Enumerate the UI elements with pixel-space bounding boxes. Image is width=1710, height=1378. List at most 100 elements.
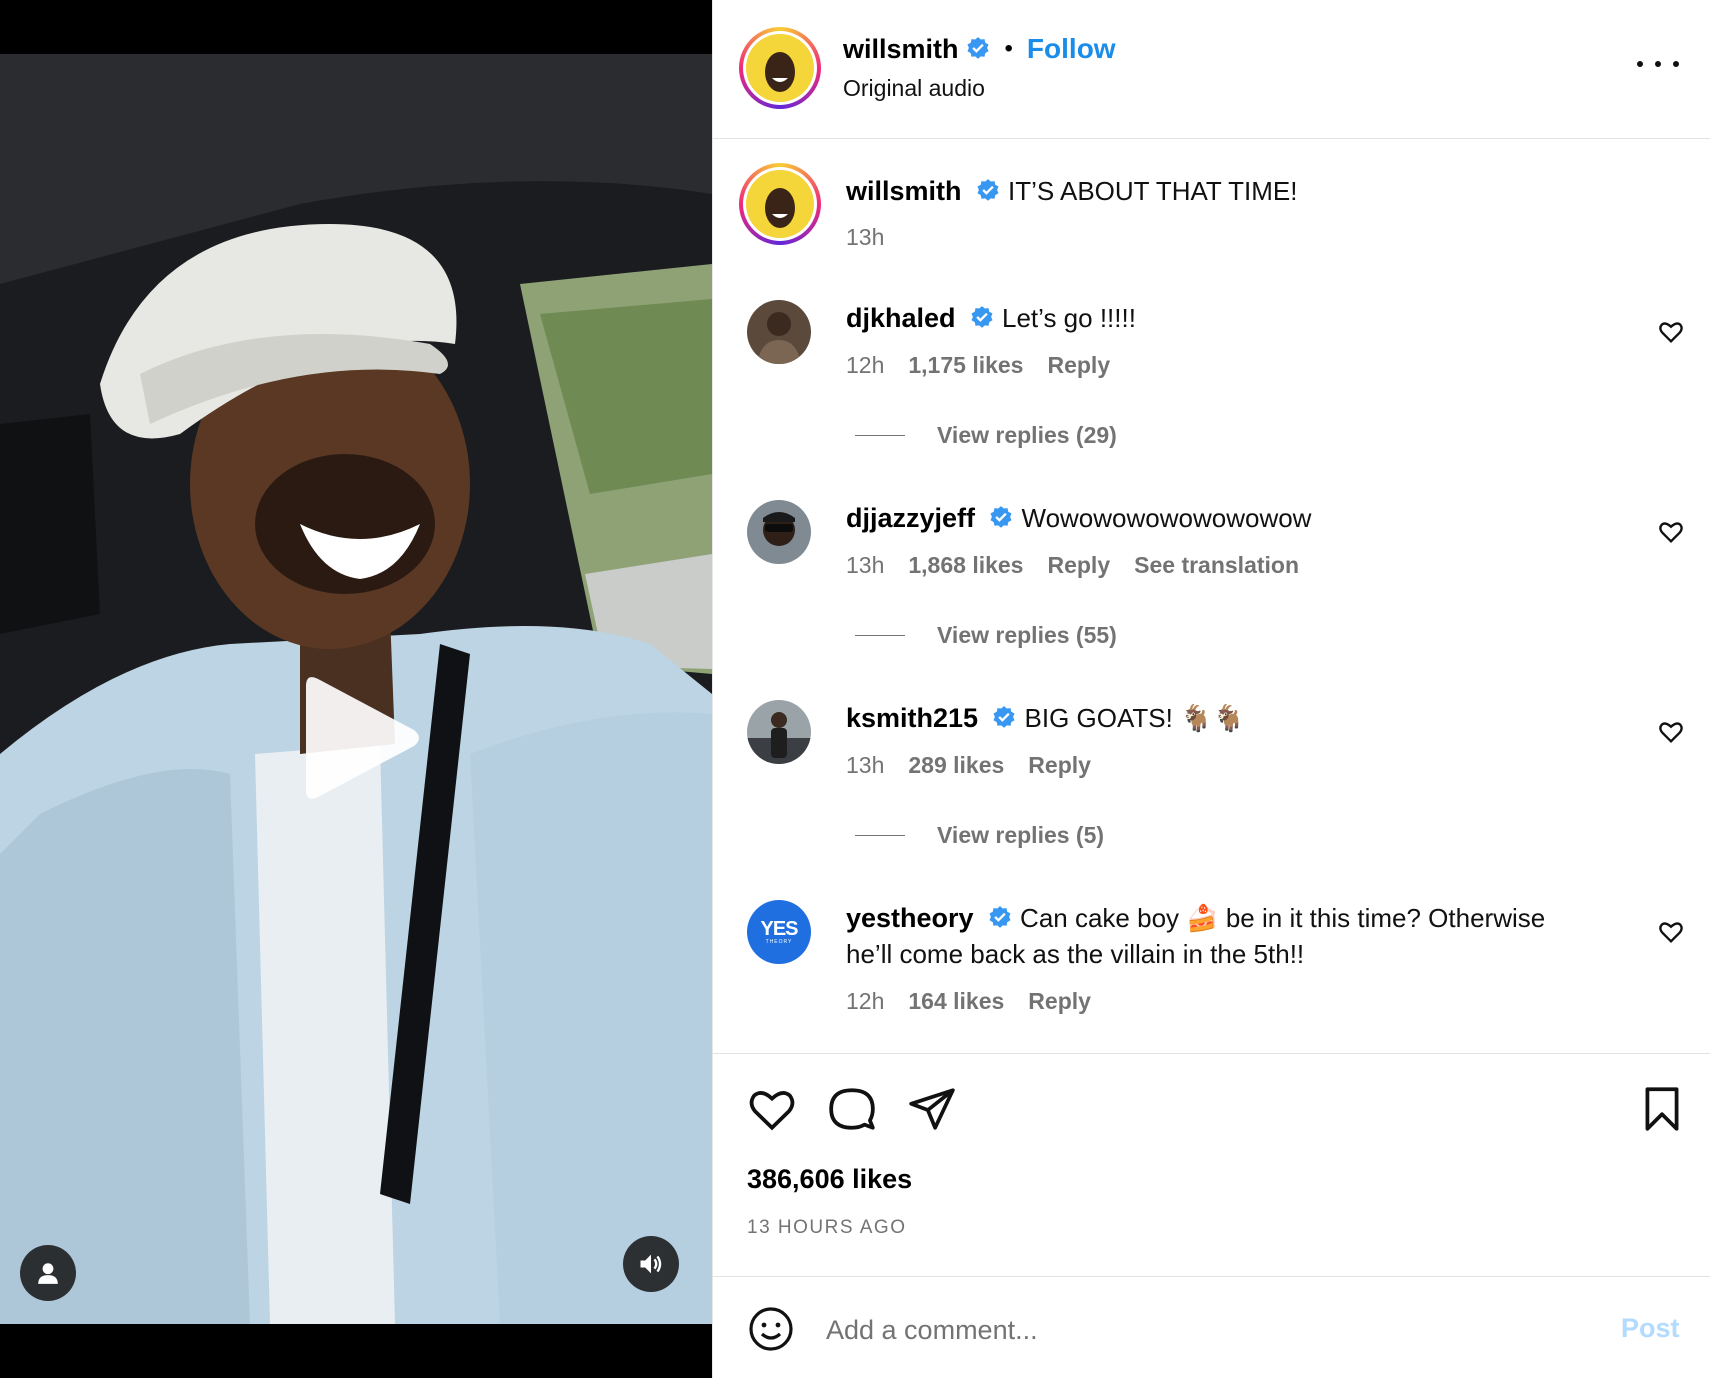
reel-video[interactable] — [0, 54, 712, 1324]
verified-badge-icon — [967, 37, 989, 59]
more-options-button[interactable] — [1637, 54, 1679, 74]
caption-avatar[interactable] — [739, 163, 821, 245]
comment-body: ksmith215 BIG GOATS! 🐐🐐 — [846, 700, 1566, 736]
view-replies-label: View replies (29) — [937, 422, 1117, 448]
verified-badge-icon — [977, 179, 999, 201]
verified-badge-icon — [989, 906, 1011, 928]
share-button[interactable] — [907, 1084, 957, 1134]
comment-likes[interactable]: 1,868 likes — [908, 552, 1023, 579]
reply-button[interactable]: Reply — [1047, 352, 1110, 379]
heart-icon[interactable] — [1657, 918, 1685, 946]
follow-button[interactable]: Follow — [1027, 33, 1116, 65]
add-comment-input[interactable] — [826, 1307, 1526, 1353]
post-caption: willsmith IT’S ABOUT THAT TIME! 13h — [713, 163, 1710, 253]
verified-badge-icon — [971, 306, 993, 328]
save-button[interactable] — [1637, 1084, 1687, 1134]
person-icon — [38, 1263, 58, 1284]
post-timestamp[interactable]: 13 HOURS AGO — [747, 1217, 907, 1239]
divider — [713, 1276, 1710, 1277]
comment-time: 12h — [846, 988, 885, 1014]
tagged-accounts-button[interactable] — [20, 1245, 76, 1301]
view-replies-label: View replies (5) — [937, 822, 1105, 848]
caption-body: willsmith IT’S ABOUT THAT TIME! — [846, 173, 1566, 209]
avatar-logo-subtext: THEORY — [765, 938, 793, 945]
heart-icon — [749, 1091, 795, 1131]
comment-time: 13h — [846, 552, 885, 578]
avatar-image — [765, 188, 795, 228]
header-username[interactable]: willsmith — [843, 34, 959, 65]
post-likes-count[interactable]: 386,606 likes — [747, 1164, 912, 1195]
comment-username[interactable]: djkhaled — [846, 303, 956, 333]
avatar-image — [765, 52, 795, 92]
bookmark-icon — [1645, 1087, 1679, 1131]
comment-username[interactable]: ksmith215 — [846, 703, 978, 733]
avatar-logo-text: YES — [760, 917, 798, 940]
heart-icon[interactable] — [1657, 518, 1685, 546]
commenter-avatar[interactable] — [747, 700, 811, 764]
view-replies-label: View replies (55) — [937, 622, 1117, 648]
like-button[interactable] — [747, 1084, 797, 1134]
author-avatar[interactable] — [739, 27, 821, 109]
view-replies-button[interactable]: View replies (29) — [855, 422, 1117, 449]
see-translation-button[interactable]: See translation — [1134, 552, 1299, 579]
divider — [713, 1053, 1710, 1054]
caption-meta: 13h — [846, 224, 884, 251]
instagram-post-view: willsmith • Follow Original audio willsm… — [0, 0, 1710, 1378]
caption-username[interactable]: willsmith — [846, 176, 962, 206]
post-sidebar: willsmith • Follow Original audio willsm… — [712, 0, 1710, 1378]
replies-line — [855, 835, 905, 836]
comment-text: Let’s go !!!!! — [1002, 303, 1136, 333]
heart-icon[interactable] — [1657, 318, 1685, 346]
comment-body: yestheory Can cake boy 🍰 be in it this t… — [846, 900, 1566, 972]
comment-meta: 12h 164 likes Reply — [846, 988, 1091, 1015]
original-audio-link[interactable]: Original audio — [843, 75, 985, 102]
verified-badge-icon — [990, 506, 1012, 528]
audio-toggle-button[interactable] — [623, 1236, 679, 1292]
paper-plane-icon — [909, 1088, 955, 1130]
comment-meta: 12h 1,175 likes Reply — [846, 352, 1110, 379]
comment-body: djkhaled Let’s go !!!!! — [846, 300, 1566, 336]
comment-likes[interactable]: 289 likes — [908, 752, 1004, 779]
comment-likes[interactable]: 1,175 likes — [908, 352, 1023, 379]
comment-time: 12h — [846, 352, 885, 378]
emoji-button[interactable] — [747, 1305, 795, 1353]
reply-button[interactable]: Reply — [1028, 988, 1091, 1015]
avatar-image — [747, 500, 811, 564]
avatar-image — [747, 700, 811, 764]
comment-text: BIG GOATS! 🐐🐐 — [1024, 703, 1245, 733]
comment-username[interactable]: yestheory — [846, 903, 974, 933]
post-header: willsmith • Follow Original audio — [713, 0, 1710, 139]
replies-line — [855, 435, 905, 436]
video-panel — [0, 0, 712, 1378]
comment-button[interactable] — [827, 1084, 877, 1134]
verified-badge-icon — [993, 706, 1015, 728]
commenter-avatar[interactable]: YES THEORY — [747, 900, 811, 964]
replies-line — [855, 635, 905, 636]
post-comment-button[interactable]: Post — [1621, 1313, 1680, 1344]
header-user-row: willsmith • Follow — [843, 33, 1116, 65]
caption-text: IT’S ABOUT THAT TIME! — [1007, 176, 1298, 206]
play-icon — [306, 677, 419, 799]
comment-time: 13h — [846, 752, 885, 778]
caption-time: 13h — [846, 224, 885, 250]
separator-dot: • — [1004, 35, 1013, 62]
speaker-icon — [640, 1254, 662, 1274]
commenter-avatar[interactable] — [747, 300, 811, 364]
comment-icon — [829, 1088, 875, 1130]
more-dots-icon — [1637, 61, 1643, 67]
comment-meta: 13h 289 likes Reply — [846, 752, 1091, 779]
comment-body: djjazzyjeff Wowowowowowowowow — [846, 500, 1566, 536]
reply-button[interactable]: Reply — [1047, 552, 1110, 579]
comment-meta: 13h 1,868 likes Reply See translation — [846, 552, 1299, 579]
heart-icon[interactable] — [1657, 718, 1685, 746]
reply-button[interactable]: Reply — [1028, 752, 1091, 779]
comment-likes[interactable]: 164 likes — [908, 988, 1004, 1015]
view-replies-button[interactable]: View replies (55) — [855, 622, 1117, 649]
commenter-avatar[interactable] — [747, 500, 811, 564]
comment-text: Wowowowowowowowow — [1021, 503, 1312, 533]
view-replies-button[interactable]: View replies (5) — [855, 822, 1104, 849]
comment-username[interactable]: djjazzyjeff — [846, 503, 975, 533]
avatar-image — [747, 300, 811, 364]
play-button[interactable] — [296, 672, 426, 804]
emoji-icon — [749, 1307, 793, 1351]
